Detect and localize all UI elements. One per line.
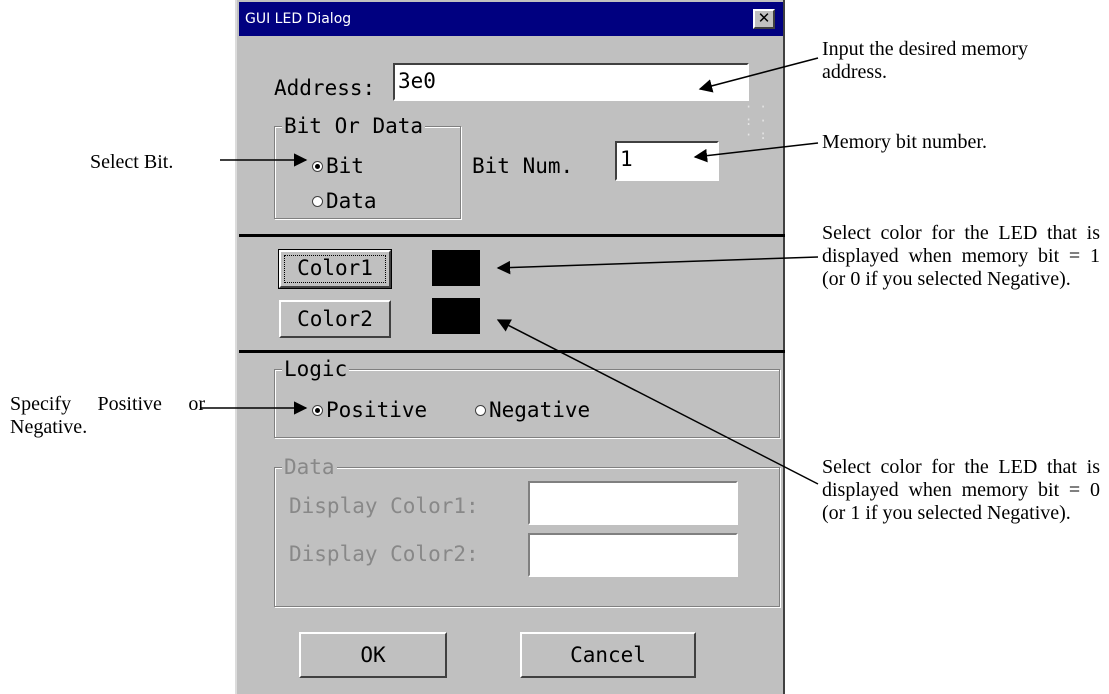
arrow-color1 <box>496 256 819 275</box>
callout-arrows <box>200 57 819 485</box>
arrow-address <box>698 57 819 93</box>
arrow-bit-num <box>693 142 819 163</box>
arrow-color2 <box>496 319 819 485</box>
